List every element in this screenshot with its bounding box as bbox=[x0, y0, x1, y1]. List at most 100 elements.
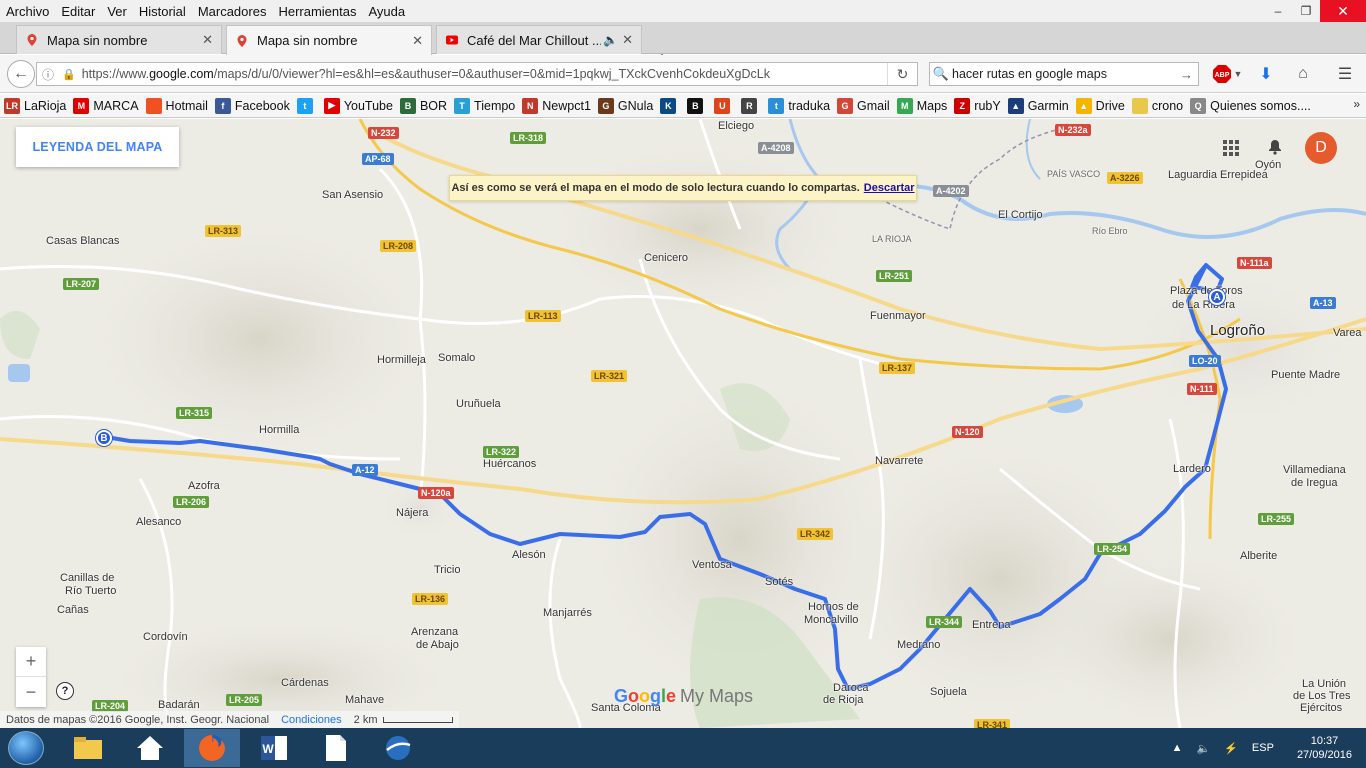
info-icon[interactable]: ⓘ bbox=[42, 66, 58, 83]
bookmarks-overflow-icon[interactable]: » bbox=[1353, 97, 1360, 111]
zoom-out-button[interactable]: − bbox=[16, 677, 46, 707]
bookmark-label: Newpct1 bbox=[542, 98, 591, 113]
menu-herramientas[interactable]: Herramientas bbox=[272, 4, 362, 19]
downloads-button[interactable]: ⬇ bbox=[1256, 63, 1276, 85]
place-label: Fuenmayor bbox=[870, 310, 926, 322]
search-value[interactable]: hacer rutas en google maps bbox=[952, 67, 1180, 81]
bookmark-item[interactable]: M MARCA bbox=[73, 97, 139, 114]
bookmark-item[interactable]: ZrubY bbox=[954, 97, 1001, 114]
place-label: Elciego bbox=[718, 120, 755, 132]
bookmark-item[interactable]: G Gmail bbox=[837, 97, 890, 114]
adblock-button[interactable]: ABP ▼ bbox=[1210, 63, 1244, 85]
window-controls: – ❐ ✕ bbox=[1264, 0, 1366, 22]
taskbar-file-explorer[interactable] bbox=[60, 729, 116, 767]
bookmark-favicon-icon: G bbox=[837, 97, 854, 114]
bookmark-item[interactable]: ▲ Drive bbox=[1075, 97, 1125, 114]
bookmark-item[interactable]: ▲ Garmin bbox=[1007, 97, 1069, 114]
tab-mapa-1[interactable]: Mapa sin nombre ✕ bbox=[16, 25, 222, 54]
bookmark-item[interactable]: B BOR bbox=[399, 97, 448, 114]
map-canvas[interactable]: Elciego San Asensio Casas Blancas Cenicero E… bbox=[0, 119, 1366, 728]
menu-ver[interactable]: Ver bbox=[101, 4, 133, 19]
tab-mapa-2-active[interactable]: Mapa sin nombre ✕ bbox=[226, 25, 432, 55]
conditions-link[interactable]: Condiciones bbox=[281, 714, 342, 726]
bookmark-item[interactable]: R bbox=[741, 97, 761, 114]
bookmark-item[interactable]: G GNula bbox=[597, 97, 653, 114]
menu-historial[interactable]: Historial bbox=[133, 4, 192, 19]
taskbar-google-earth[interactable] bbox=[370, 729, 426, 767]
language-indicator[interactable]: ESP bbox=[1252, 742, 1274, 754]
search-icon: 🔍 bbox=[932, 66, 950, 81]
back-button[interactable]: ← bbox=[7, 60, 35, 88]
tray-arrow-icon[interactable]: ▲ bbox=[1172, 742, 1183, 754]
close-tab-icon[interactable]: ✕ bbox=[622, 32, 633, 48]
read-only-notice: Así es como se verá el mapa en el modo d… bbox=[449, 175, 917, 201]
taskbar: W ▲ 🔈 ⚡ ESP 10:37 27/09/2016 bbox=[0, 728, 1366, 768]
menu-marcadores[interactable]: Marcadores bbox=[192, 4, 273, 19]
taskbar-home[interactable] bbox=[122, 729, 178, 767]
start-button[interactable] bbox=[8, 731, 44, 765]
search-go-icon[interactable]: → bbox=[1180, 67, 1198, 82]
bookmark-item[interactable]: t bbox=[296, 97, 317, 114]
place-label: de Rioja bbox=[823, 694, 864, 706]
close-tab-icon[interactable]: ✕ bbox=[202, 32, 213, 48]
bookmark-item[interactable]: Q Quienes somos.... bbox=[1190, 97, 1311, 114]
bookmark-label: Tiempo bbox=[474, 98, 516, 113]
route-marker-b[interactable]: B bbox=[96, 430, 112, 446]
network-icon[interactable]: ⚡ bbox=[1224, 742, 1238, 755]
taskbar-word[interactable]: W bbox=[246, 729, 302, 767]
bookmarks-bar: LR LaRioja M MARCA Hotmail f Facebook t ▶ YouTube… bbox=[0, 94, 1366, 118]
route-marker-a[interactable]: A bbox=[1209, 289, 1225, 305]
menu-archivo[interactable]: Archivo bbox=[0, 4, 55, 19]
bookmark-item[interactable]: U bbox=[714, 97, 734, 114]
place-label: Navarrete bbox=[875, 455, 924, 467]
speaker-icon[interactable]: 🔈 bbox=[603, 33, 618, 47]
bookmark-item[interactable]: N Newpct1 bbox=[522, 97, 591, 114]
menu-editar[interactable]: Editar bbox=[55, 4, 101, 19]
notifications-bell-icon[interactable] bbox=[1265, 137, 1285, 157]
help-button[interactable]: ? bbox=[56, 682, 74, 700]
place-label: Hornos de bbox=[808, 601, 859, 613]
clock[interactable]: 10:37 27/09/2016 bbox=[1297, 734, 1352, 762]
bookmark-item[interactable]: t traduka bbox=[768, 97, 830, 114]
apps-grid-icon[interactable] bbox=[1222, 139, 1240, 157]
dismiss-link[interactable]: Descartar bbox=[864, 182, 915, 194]
road-shield: LR-251 bbox=[876, 270, 913, 282]
place-label: de Iregua bbox=[1291, 477, 1338, 489]
taskbar-firefox[interactable] bbox=[184, 729, 240, 767]
bookmark-item[interactable]: f Facebook bbox=[214, 97, 290, 114]
tab-cafe-del-mar[interactable]: Café del Mar Chillout ... 🔈 ✕ bbox=[436, 25, 642, 54]
place-label: El Cortijo bbox=[998, 209, 1043, 221]
maximize-button[interactable]: ❐ bbox=[1292, 0, 1320, 22]
bookmark-favicon-icon: B bbox=[687, 97, 704, 114]
close-tab-icon[interactable]: ✕ bbox=[412, 33, 423, 49]
account-avatar[interactable]: D bbox=[1305, 132, 1337, 164]
menu-button[interactable]: ☰ bbox=[1334, 63, 1356, 85]
minimize-button[interactable]: – bbox=[1264, 0, 1292, 22]
url-text[interactable]: https://www.google.com/maps/d/u/0/viewer… bbox=[82, 67, 887, 81]
taskbar-document[interactable] bbox=[308, 729, 364, 767]
bookmark-label: rubY bbox=[974, 98, 1001, 113]
close-window-button[interactable]: ✕ bbox=[1320, 0, 1366, 22]
menu-ayuda[interactable]: Ayuda bbox=[362, 4, 411, 19]
volume-icon[interactable]: 🔈 bbox=[1197, 742, 1211, 755]
bookmark-item[interactable]: T Tiempo bbox=[454, 97, 516, 114]
search-input[interactable]: 🔍 hacer rutas en google maps → bbox=[929, 62, 1199, 86]
bookmark-item[interactable]: crono bbox=[1131, 97, 1183, 114]
bookmark-item[interactable]: ▶ YouTube bbox=[323, 97, 393, 114]
bookmark-item[interactable]: LR LaRioja bbox=[4, 97, 66, 114]
bookmark-favicon-icon: Z bbox=[954, 97, 971, 114]
place-label: Villamediana bbox=[1283, 464, 1346, 476]
reload-icon[interactable]: ↻ bbox=[887, 63, 917, 85]
home-button[interactable]: ⌂ bbox=[1293, 63, 1313, 85]
zoom-in-button[interactable]: + bbox=[16, 647, 46, 677]
bookmark-label: BOR bbox=[419, 98, 448, 113]
bookmark-item[interactable]: M Maps bbox=[896, 97, 947, 114]
bookmark-item[interactable]: B bbox=[687, 97, 707, 114]
place-label: Mahave bbox=[345, 694, 385, 706]
bookmark-item[interactable]: K bbox=[660, 97, 680, 114]
map-legend-button[interactable]: LEYENDA DEL MAPA bbox=[16, 127, 179, 167]
bookmark-favicon-icon: U bbox=[714, 97, 731, 114]
bookmark-item[interactable]: Hotmail bbox=[145, 97, 208, 114]
place-label: Cárdenas bbox=[281, 677, 329, 689]
url-bar[interactable]: ⓘ 🔒 https://www.google.com/maps/d/u/0/vi… bbox=[36, 62, 918, 86]
